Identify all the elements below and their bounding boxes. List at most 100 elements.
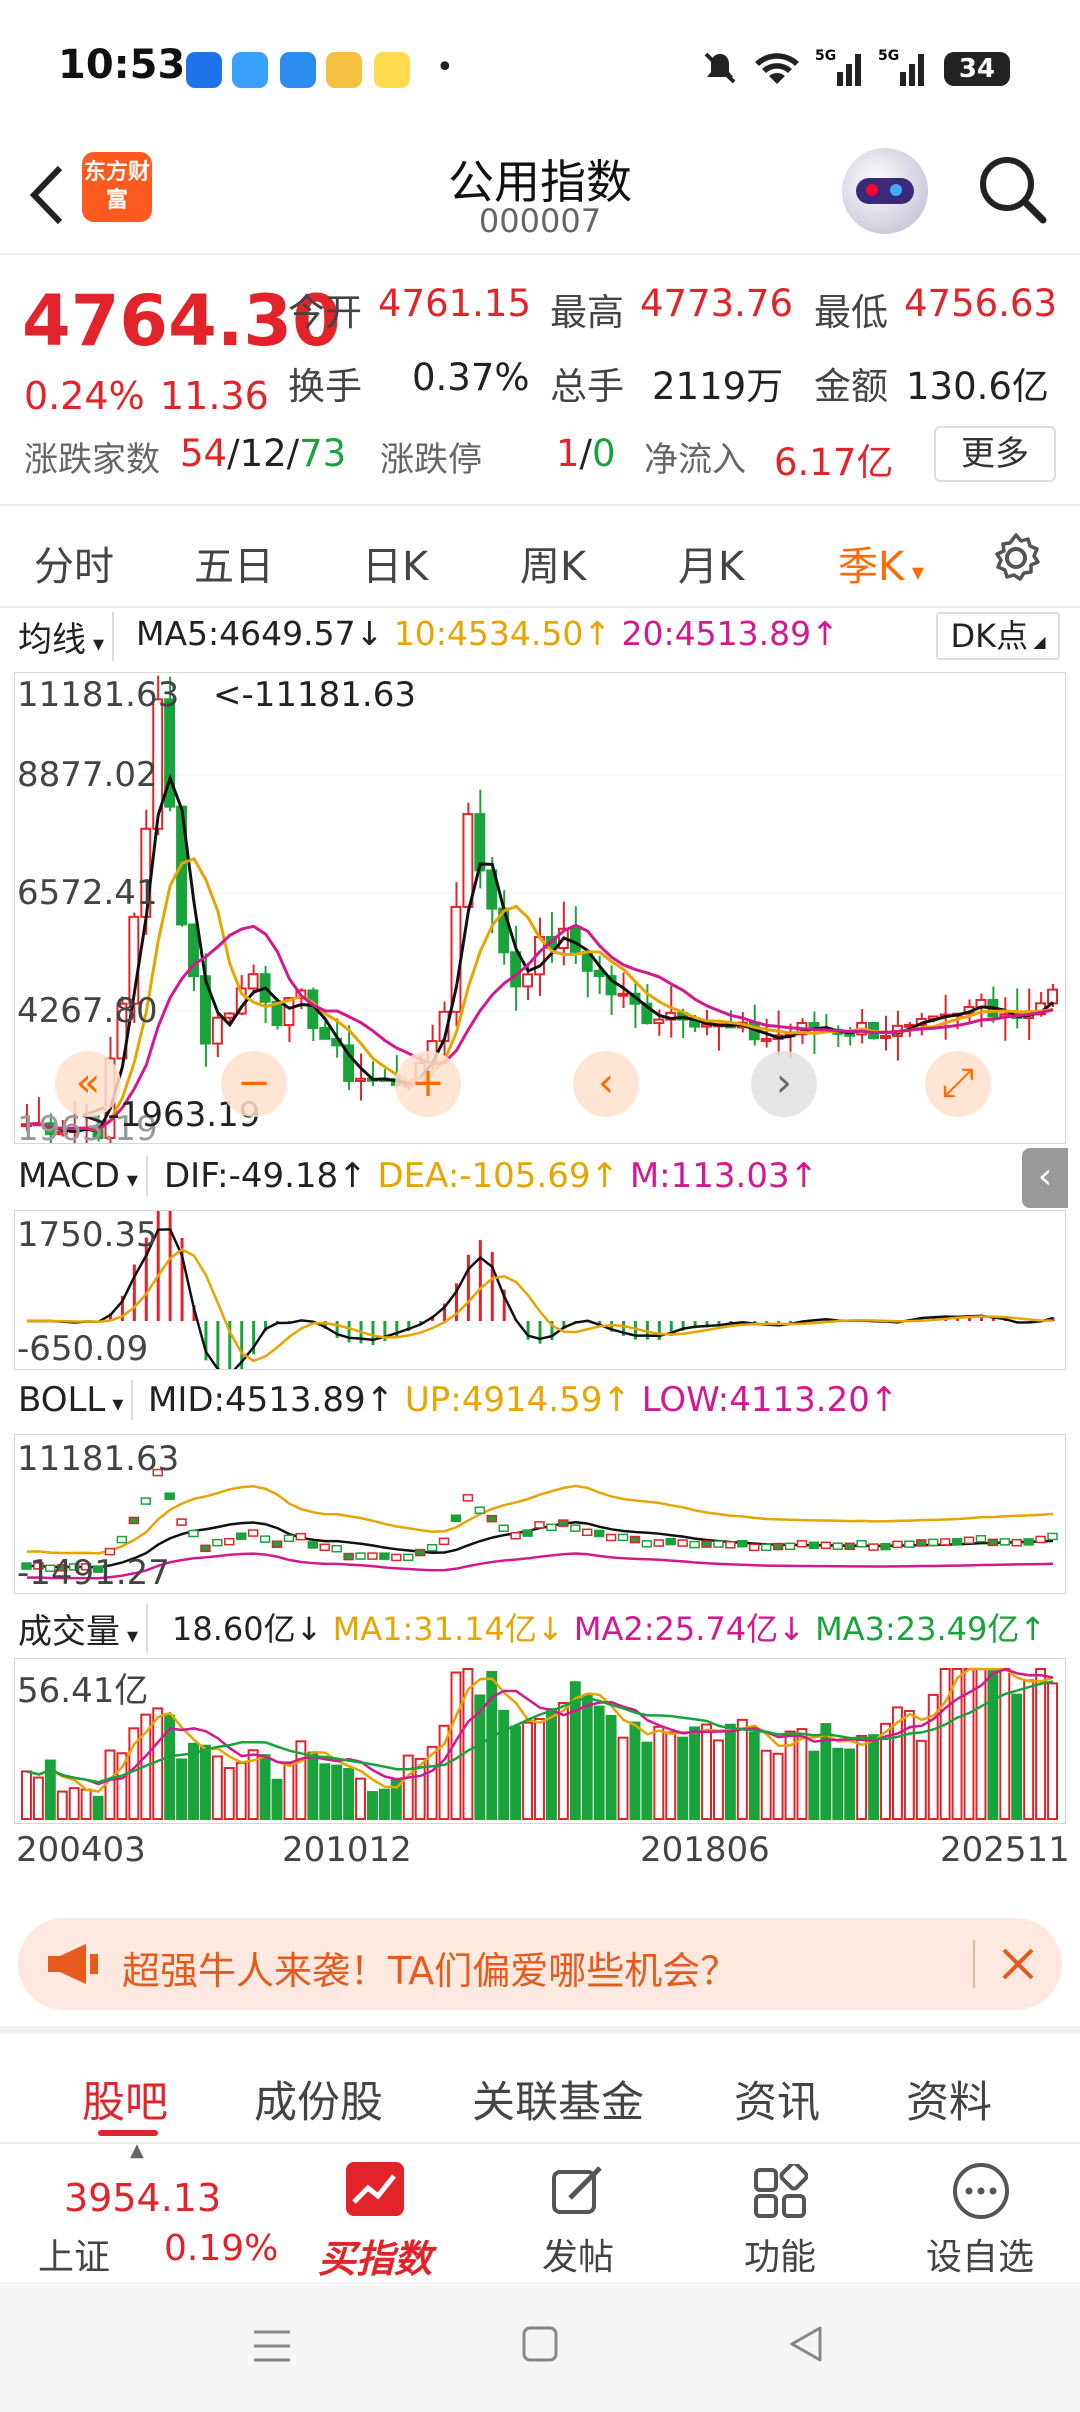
boll-candle [939, 1538, 951, 1546]
volume-bar [307, 1751, 319, 1820]
tab-month-k[interactable]: 月K [678, 534, 744, 592]
boll-candle [534, 1521, 545, 1529]
home-icon[interactable] [520, 2324, 560, 2364]
ma-selector[interactable]: 均线 ▾ [18, 612, 115, 661]
volume-selector[interactable]: 成交量 ▾ [18, 1604, 149, 1653]
high-value: 4773.76 [640, 282, 794, 325]
volume-bar [211, 1755, 223, 1821]
buy-index-button[interactable]: 买指数 [318, 2228, 432, 2283]
boll-candle [116, 1535, 128, 1544]
volume-bar [975, 1668, 987, 1820]
volume-bar [378, 1788, 390, 1821]
boll-candle [593, 1529, 605, 1538]
edit-post-icon[interactable] [548, 2162, 606, 2220]
volume-bar [56, 1790, 68, 1820]
promo-banner[interactable]: 超强牛人来袭！TA们偏爱哪些机会？ [18, 1918, 1062, 2010]
boll-candle [605, 1533, 617, 1542]
collapse-panel-icon[interactable]: ‹ [1022, 1148, 1068, 1208]
scroll-right-icon[interactable]: › [751, 1051, 817, 1117]
boll-candle [188, 1529, 199, 1538]
boll-candle [462, 1494, 474, 1502]
tab-profile[interactable]: 资料 [906, 2068, 992, 2130]
add-watchlist-button[interactable]: 设自选 [926, 2228, 1034, 2280]
volume-value: 2119万 [652, 365, 784, 408]
low-label: 最低 [814, 291, 888, 334]
kline-chart[interactable]: 11181.63 8877.02 6572.41 4267.80 1963.19… [14, 672, 1066, 1149]
more-button[interactable]: 更多 [934, 426, 1056, 482]
boll-candle [212, 1538, 223, 1547]
boll-candle [844, 1542, 855, 1551]
dea-value: DEA:-105.69 [377, 1156, 591, 1196]
close-icon[interactable] [1000, 1946, 1036, 1982]
boll-candle [796, 1540, 808, 1548]
more-options-icon[interactable] [950, 2160, 1012, 2222]
assistant-robot-icon[interactable] [842, 148, 928, 234]
candle-body [223, 1012, 235, 1019]
boll-candle [689, 1540, 700, 1549]
zoom-in-icon[interactable]: + [395, 1051, 461, 1117]
tab-minute[interactable]: 分时 [34, 534, 114, 592]
grid-icon[interactable] [752, 2164, 808, 2220]
tab-week-k[interactable]: 周K [520, 534, 586, 592]
tab-news[interactable]: 资讯 [734, 2068, 820, 2130]
tab-day-k[interactable]: 日K [362, 534, 428, 592]
boll-candle [498, 1524, 509, 1532]
gear-icon[interactable] [990, 532, 1042, 584]
post-button[interactable]: 发帖 [542, 2228, 614, 2280]
back-nav-icon[interactable] [786, 2324, 826, 2364]
shanghai-index-value[interactable]: 3954.13 [64, 2176, 221, 2220]
volume-bar [856, 1734, 868, 1820]
recent-apps-icon[interactable] [250, 2326, 294, 2366]
search-icon[interactable] [975, 152, 1050, 227]
boll-candle [391, 1553, 402, 1562]
scroll-left-fast-icon[interactable]: « [55, 1051, 121, 1117]
volume-bar [557, 1702, 569, 1820]
function-button[interactable]: 功能 [744, 2228, 816, 2280]
ma-legend: MA5:4649.57↓ 10:4534.50↑ 20:4513.89↑ [136, 614, 839, 653]
volume-bar [796, 1728, 808, 1820]
boll-candle [414, 1548, 426, 1557]
volume-bar [319, 1763, 331, 1820]
tab-quarter-k[interactable]: 季K ▾ [838, 534, 924, 592]
volume-bar [629, 1721, 641, 1820]
volume-bar [188, 1742, 199, 1820]
boll-candle [975, 1534, 987, 1543]
fullscreen-icon[interactable]: ⤢ [925, 1051, 991, 1117]
volume-axis-top: 56.41亿 [17, 1671, 149, 1711]
boll-candle [236, 1532, 247, 1540]
boll-candle [295, 1532, 307, 1541]
boll-axis-bottom: -1491.27 [17, 1553, 170, 1593]
volume-bar [713, 1739, 724, 1820]
dk-point-button[interactable]: DK点 ◢ [936, 612, 1060, 660]
boll-candle [701, 1540, 712, 1548]
tab-forum[interactable]: 股吧 [82, 2068, 168, 2130]
volume-bar [104, 1749, 116, 1820]
boll-mid-value: MID:4513.89 [148, 1380, 366, 1420]
boll-candle [200, 1544, 211, 1553]
tab-related-funds[interactable]: 关联基金 [472, 2068, 644, 2130]
wifi-icon [755, 53, 799, 84]
boll-candle [164, 1492, 175, 1500]
zoom-out-icon[interactable]: − [221, 1051, 287, 1117]
boll-selector[interactable]: BOLL ▾ [18, 1380, 134, 1420]
volume-bar [772, 1752, 784, 1820]
scroll-left-icon[interactable]: ‹ [573, 1051, 639, 1117]
boll-candle [641, 1540, 653, 1548]
boll-candle [677, 1539, 688, 1547]
boll-candle [629, 1535, 641, 1544]
boll-candle [582, 1528, 593, 1537]
axis-label-max: 11181.63 [17, 675, 180, 715]
boll-candle [307, 1541, 319, 1549]
boll-candle [259, 1535, 271, 1543]
signal-5g-icon: 5G [878, 48, 924, 86]
weather-icon [280, 52, 316, 88]
tab-constituents[interactable]: 成份股 [254, 2068, 383, 2130]
limit-label: 涨跌停 [380, 440, 482, 480]
change-percent: 0.24% [24, 374, 145, 418]
trend-chart-icon[interactable] [346, 2162, 404, 2216]
macd-selector[interactable]: MACD ▾ [18, 1156, 148, 1196]
candle-body [617, 992, 629, 997]
boll-chart: 11181.63 -1491.27 [14, 1434, 1066, 1594]
mute-icon [704, 52, 736, 84]
tab-five-day[interactable]: 五日 [194, 534, 274, 592]
